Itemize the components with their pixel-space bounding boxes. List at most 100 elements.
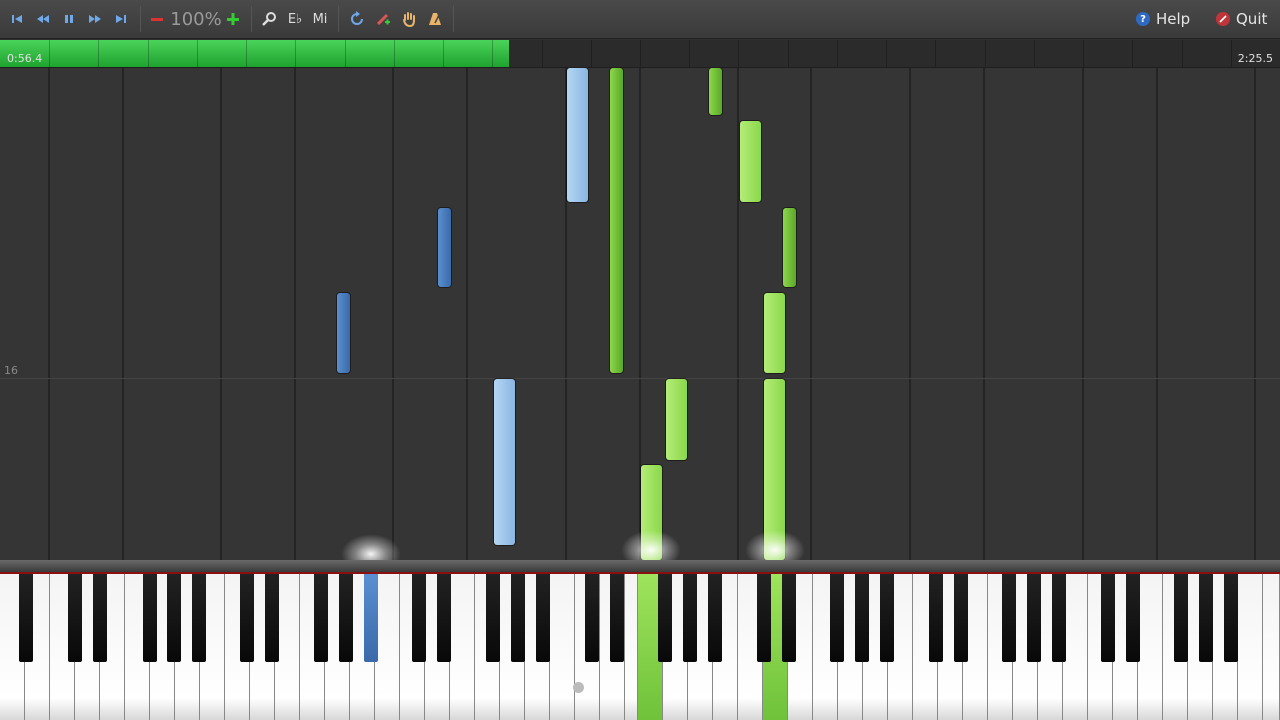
timeline-tick xyxy=(49,40,50,67)
timeline-tick xyxy=(98,40,99,67)
black-key[interactable] xyxy=(68,574,82,662)
black-key[interactable] xyxy=(19,574,33,662)
black-key[interactable] xyxy=(1027,574,1041,662)
minus-icon xyxy=(151,18,163,21)
grid-line xyxy=(909,68,911,560)
measure-number: 16 xyxy=(4,364,18,377)
black-key[interactable] xyxy=(1174,574,1188,662)
timeline-tick xyxy=(591,40,592,67)
black-key[interactable] xyxy=(683,574,697,662)
rewind-button[interactable] xyxy=(34,8,52,30)
black-key[interactable] xyxy=(610,574,624,662)
quit-button[interactable]: Quit xyxy=(1216,9,1267,29)
white-key[interactable] xyxy=(1063,574,1088,720)
timeline-tick xyxy=(148,40,149,67)
grid-line xyxy=(810,68,812,560)
black-key[interactable] xyxy=(855,574,869,662)
timeline-tick xyxy=(542,40,543,67)
piano-keyboard[interactable] xyxy=(0,574,1280,720)
black-key[interactable] xyxy=(143,574,157,662)
black-key[interactable] xyxy=(1101,574,1115,662)
help-label: Help xyxy=(1156,10,1191,28)
zoom-in-button[interactable] xyxy=(222,8,244,30)
magnifier-icon xyxy=(262,12,276,26)
zoom-level: 100% xyxy=(170,8,222,30)
black-key-pressed[interactable] xyxy=(364,574,378,662)
black-key[interactable] xyxy=(880,574,894,662)
black-key[interactable] xyxy=(511,574,525,662)
loop-button[interactable] xyxy=(346,8,368,30)
falling-note xyxy=(494,379,515,545)
black-key[interactable] xyxy=(486,574,500,662)
black-key[interactable] xyxy=(1052,574,1066,662)
black-key[interactable] xyxy=(929,574,943,662)
skip-to-end-button[interactable] xyxy=(112,8,130,30)
skip-to-start-button[interactable] xyxy=(8,8,26,30)
metronome-button[interactable] xyxy=(424,8,446,30)
black-key[interactable] xyxy=(1126,574,1140,662)
black-key[interactable] xyxy=(192,574,206,662)
zoom-out-button[interactable] xyxy=(146,8,168,30)
song-progress-bar[interactable]: 0:56.4 2:25.5 xyxy=(0,40,1280,68)
timeline-tick xyxy=(935,40,936,67)
white-key[interactable] xyxy=(550,574,575,720)
black-key[interactable] xyxy=(536,574,550,662)
timeline-tick xyxy=(246,40,247,67)
white-key[interactable] xyxy=(450,574,475,720)
annotate-button[interactable] xyxy=(372,8,394,30)
fast-forward-button[interactable] xyxy=(86,8,104,30)
middle-c-marker xyxy=(573,682,584,693)
progress-fill xyxy=(0,40,510,67)
white-key[interactable] xyxy=(1263,574,1280,720)
white-key[interactable] xyxy=(375,574,400,720)
black-key[interactable] xyxy=(240,574,254,662)
note-names-button[interactable]: Mi xyxy=(309,8,331,30)
black-key[interactable] xyxy=(1224,574,1238,662)
white-key[interactable] xyxy=(1238,574,1263,720)
black-key[interactable] xyxy=(954,574,968,662)
black-key[interactable] xyxy=(585,574,599,662)
black-key[interactable] xyxy=(412,574,426,662)
pause-button[interactable] xyxy=(60,8,78,30)
key-signature-button[interactable]: E♭ xyxy=(284,8,306,30)
toolbar-separator xyxy=(251,6,252,32)
toolbar-separator xyxy=(338,6,339,32)
pause-icon xyxy=(65,15,73,23)
grid-line xyxy=(392,68,394,560)
toolbar-separator xyxy=(453,6,454,32)
timeline-tick xyxy=(345,40,346,67)
black-key[interactable] xyxy=(314,574,328,662)
black-key[interactable] xyxy=(830,574,844,662)
timeline-tick xyxy=(295,40,296,67)
timeline-tick xyxy=(394,40,395,67)
pan-button[interactable] xyxy=(398,8,420,30)
black-key[interactable] xyxy=(167,574,181,662)
black-key[interactable] xyxy=(339,574,353,662)
black-key[interactable] xyxy=(1002,574,1016,662)
timeline-tick xyxy=(689,40,690,67)
black-key[interactable] xyxy=(437,574,451,662)
keyboard-top-bar xyxy=(0,560,1280,574)
stop-icon xyxy=(1216,12,1230,26)
search-button[interactable] xyxy=(258,8,280,30)
grid-line xyxy=(48,68,50,560)
black-key[interactable] xyxy=(757,574,771,662)
falling-note xyxy=(709,68,722,115)
black-key[interactable] xyxy=(93,574,107,662)
note-roll[interactable]: 16 xyxy=(0,68,1280,560)
help-icon: ? xyxy=(1136,12,1150,26)
white-key[interactable] xyxy=(625,574,638,720)
white-key[interactable] xyxy=(1138,574,1163,720)
help-button[interactable]: ? Help xyxy=(1136,9,1190,29)
rewind-icon xyxy=(37,15,49,23)
grid-line xyxy=(1254,68,1256,560)
skip-end-icon xyxy=(116,15,126,23)
black-key[interactable] xyxy=(265,574,279,662)
black-key[interactable] xyxy=(708,574,722,662)
black-key[interactable] xyxy=(658,574,672,662)
black-key[interactable] xyxy=(782,574,796,662)
falling-note xyxy=(666,379,687,460)
grid-line xyxy=(1156,68,1158,560)
grid-line xyxy=(737,68,739,560)
black-key[interactable] xyxy=(1199,574,1213,662)
